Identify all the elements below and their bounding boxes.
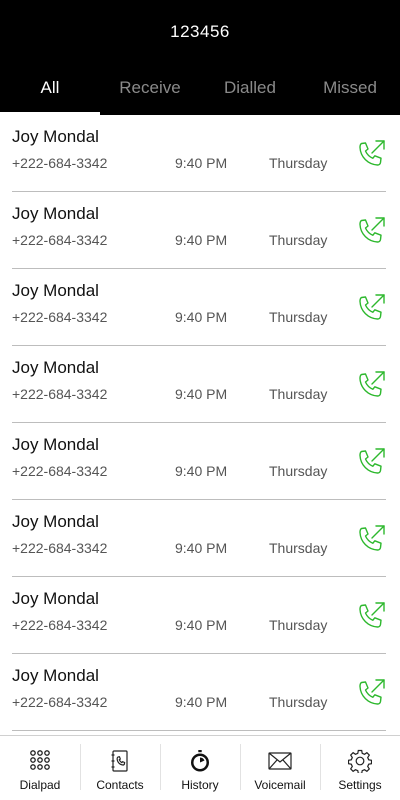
tab-all[interactable]: All — [0, 60, 100, 115]
contact-name: Joy Mondal — [12, 281, 99, 300]
bottom-navigation: Dialpad Contacts History Voicemail Setti… — [0, 735, 400, 800]
call-history-list[interactable]: Joy Mondal +222-684-3342 9:40 PM Thursda… — [0, 115, 400, 735]
contact-name: Joy Mondal — [12, 204, 99, 223]
call-day: Thursday — [269, 540, 328, 556]
outgoing-call-icon[interactable] — [355, 446, 387, 478]
tab-missed[interactable]: Missed — [300, 60, 400, 115]
contact-name: Joy Mondal — [12, 127, 99, 146]
call-time: 9:40 PM — [175, 155, 228, 171]
phone-number: +222-684-3342 — [12, 540, 108, 556]
call-row[interactable]: Joy Mondal +222-684-3342 9:40 PM Thursda… — [12, 346, 386, 423]
call-day: Thursday — [269, 232, 328, 248]
tab-label: Receive — [119, 77, 181, 97]
phone-number: +222-684-3342 — [12, 232, 108, 248]
nav-label: History — [181, 778, 219, 792]
nav-history[interactable]: History — [160, 736, 240, 800]
phone-number: +222-684-3342 — [12, 386, 108, 402]
call-day: Thursday — [269, 617, 328, 633]
contact-name: Joy Mondal — [12, 512, 99, 531]
contact-name: Joy Mondal — [12, 589, 99, 608]
call-row[interactable]: Joy Mondal +222-684-3342 9:40 PM Thursda… — [12, 500, 386, 577]
tab-receive[interactable]: Receive — [100, 60, 200, 115]
voicemail-icon — [268, 752, 292, 770]
call-row[interactable]: Joy Mondal +222-684-3342 9:40 PM Thursda… — [12, 423, 386, 500]
outgoing-call-icon[interactable] — [355, 677, 387, 709]
tab-dialled[interactable]: Dialled — [200, 60, 300, 115]
phone-number: +222-684-3342 — [12, 617, 108, 633]
call-day: Thursday — [269, 386, 328, 402]
outgoing-call-icon[interactable] — [355, 600, 387, 632]
outgoing-call-icon[interactable] — [355, 523, 387, 555]
nav-label: Voicemail — [254, 778, 306, 792]
call-time: 9:40 PM — [175, 694, 228, 710]
nav-settings[interactable]: Settings — [320, 736, 400, 800]
nav-dialpad[interactable]: Dialpad — [0, 736, 80, 800]
contact-name: Joy Mondal — [12, 435, 99, 454]
nav-label: Settings — [338, 778, 382, 792]
call-time: 9:40 PM — [175, 540, 228, 556]
contact-name: Joy Mondal — [12, 666, 99, 685]
header-title: 123456 — [170, 22, 230, 41]
call-time: 9:40 PM — [175, 232, 228, 248]
header-bar: 123456 All Receive Dialled Missed — [0, 0, 400, 115]
phone-number: +222-684-3342 — [12, 309, 108, 325]
tab-label: Missed — [323, 77, 377, 97]
nav-label: Contacts — [96, 778, 144, 792]
call-day: Thursday — [269, 463, 328, 479]
outgoing-call-icon[interactable] — [355, 369, 387, 401]
nav-voicemail[interactable]: Voicemail — [240, 736, 320, 800]
call-row[interactable]: Joy Mondal +222-684-3342 9:40 PM Thursda… — [12, 577, 386, 654]
call-day: Thursday — [269, 694, 328, 710]
contact-name: Joy Mondal — [12, 358, 99, 377]
phone-number: +222-684-3342 — [12, 155, 108, 171]
call-row[interactable]: Joy Mondal +222-684-3342 9:40 PM Thursda… — [12, 269, 386, 346]
phone-number: +222-684-3342 — [12, 463, 108, 479]
phone-number: +222-684-3342 — [12, 694, 108, 710]
tab-label: Dialled — [224, 77, 276, 97]
nav-contacts[interactable]: Contacts — [80, 736, 160, 800]
settings-icon — [348, 749, 372, 773]
call-row[interactable]: Joy Mondal +222-684-3342 9:40 PM Thursda… — [12, 654, 386, 731]
contacts-icon — [111, 750, 128, 772]
call-filter-tabs: All Receive Dialled Missed — [0, 60, 400, 115]
call-time: 9:40 PM — [175, 463, 228, 479]
history-icon — [191, 750, 209, 772]
outgoing-call-icon[interactable] — [355, 215, 387, 247]
call-time: 9:40 PM — [175, 386, 228, 402]
call-row[interactable]: Joy Mondal +222-684-3342 9:40 PM Thursda… — [12, 115, 386, 192]
dialpad-icon — [30, 750, 50, 770]
nav-label: Dialpad — [19, 778, 61, 792]
call-day: Thursday — [269, 309, 328, 325]
call-time: 9:40 PM — [175, 309, 228, 325]
outgoing-call-icon[interactable] — [355, 138, 387, 170]
call-day: Thursday — [269, 155, 328, 171]
outgoing-call-icon[interactable] — [355, 292, 387, 324]
call-time: 9:40 PM — [175, 617, 228, 633]
tab-label: All — [40, 77, 60, 97]
call-row[interactable]: Joy Mondal +222-684-3342 9:40 PM Thursda… — [12, 192, 386, 269]
